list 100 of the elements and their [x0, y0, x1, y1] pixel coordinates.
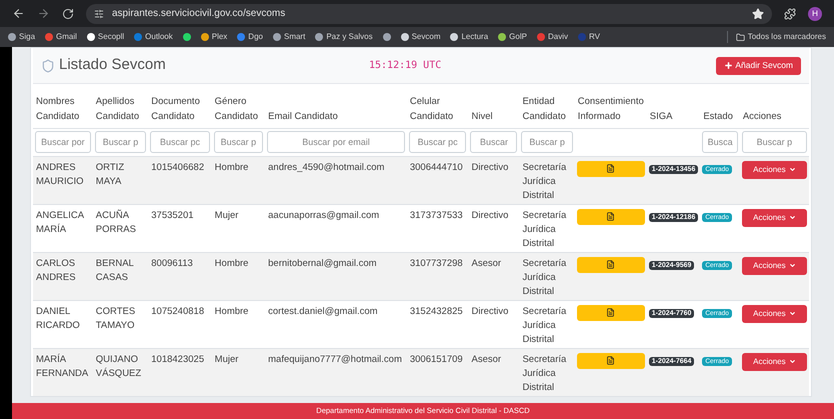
table-cell: Directivo — [471, 306, 508, 316]
table-cell: 1015406682 — [151, 162, 204, 172]
filter-field[interactable]: Buscar por — [35, 131, 91, 153]
table-cell: Secretaría Jurídica Distrital — [522, 354, 566, 392]
bookmark-item[interactable]: Gmail — [45, 31, 77, 43]
back-icon[interactable] — [12, 7, 25, 20]
table-cell: 3006151709 — [410, 354, 463, 364]
table-cell: cortest.daniel@gmail.com — [268, 306, 378, 316]
column-header: Estado — [703, 110, 733, 122]
actions-dropdown-button[interactable]: Acciones — [742, 256, 807, 274]
table-cell: MARÍA FERNANDA — [36, 354, 88, 378]
table-cell: 1075240818 — [151, 306, 204, 316]
bookmark-item[interactable]: Plex — [200, 31, 228, 43]
bookmark-item[interactable]: Paz y Salvos — [315, 31, 373, 43]
table-cell: CORTES TAMAYO — [96, 306, 136, 330]
profile-avatar[interactable]: H — [808, 6, 822, 20]
bookmark-item[interactable]: GolP — [498, 31, 527, 43]
column-header: Apellidos Candidato — [96, 96, 140, 122]
caret-icon — [788, 262, 796, 269]
clock-text: 15:12:19 UTC — [369, 59, 442, 73]
extensions-icon[interactable] — [784, 8, 796, 20]
filter-field[interactable]: Buscar p — [214, 131, 264, 153]
bookmark-item[interactable]: Secopll — [86, 31, 124, 43]
consent-document-button[interactable] — [576, 256, 645, 272]
bookmark-item[interactable]: Siga — [8, 31, 36, 43]
actions-dropdown-button[interactable]: Acciones — [742, 160, 807, 178]
bookmark-favicon-icon[interactable] — [182, 33, 191, 41]
file-icon — [606, 164, 616, 173]
bookmark-item[interactable]: Outlook — [134, 31, 173, 43]
table-cell: 3173737533 — [410, 210, 463, 220]
table-cell: Asesor — [471, 354, 502, 364]
consent-document-button[interactable] — [576, 208, 645, 224]
actions-dropdown-button[interactable]: Acciones — [742, 208, 807, 226]
table-cell: 3107737298 — [410, 258, 463, 268]
actions-dropdown-button[interactable]: Acciones — [742, 304, 807, 322]
consent-document-button[interactable] — [576, 160, 645, 176]
column-header: SIGA — [650, 110, 672, 122]
url-text: aspirantes.serviciocivil.gov.co/sevcoms — [112, 7, 286, 21]
table-cell: bernitobernal@gmail.com — [268, 258, 377, 268]
address-bar[interactable]: aspirantes.serviciocivil.gov.co/sevcoms — [86, 4, 772, 24]
shield-icon — [41, 58, 55, 72]
filter-field[interactable]: Buscar por email — [267, 131, 405, 153]
bookmark-item[interactable]: Smart — [272, 31, 306, 43]
file-icon — [606, 212, 616, 221]
filter-field[interactable]: Buscar p — [521, 131, 573, 153]
filter-field[interactable]: Buscar pc — [150, 131, 210, 153]
bookmark-star-icon[interactable] — [752, 8, 764, 20]
table-cell: aacunaporras@gmail.com — [268, 210, 380, 220]
bookmark-item[interactable]: Lectura — [450, 31, 488, 43]
caret-icon — [788, 214, 796, 221]
bookmark-item[interactable]: Sevcom — [400, 31, 440, 43]
table-cell: 80096113 — [151, 258, 193, 268]
table-cell: CARLOS ANDRES — [36, 258, 76, 282]
site-settings-icon[interactable] — [94, 8, 104, 18]
table-cell: 3152432825 — [410, 306, 463, 316]
table-cell: Secretaría Jurídica Distrital — [522, 258, 566, 296]
column-header: Celular Candidato — [410, 96, 454, 122]
consent-document-button[interactable] — [576, 352, 645, 368]
file-icon — [606, 308, 616, 317]
table-cell: 37535201 — [151, 210, 194, 220]
all-bookmarks-item[interactable]: Todos los marcadores — [726, 31, 826, 43]
table-cell: BERNAL CASAS — [96, 258, 134, 282]
bookmark-item[interactable]: Daviv — [536, 31, 568, 43]
file-icon — [606, 356, 616, 365]
table-cell: Hombre — [214, 162, 248, 172]
filter-field[interactable]: Buscar pc — [408, 131, 466, 153]
column-header: Acciones — [742, 110, 782, 122]
bookmark-item[interactable]: RV — [578, 31, 600, 43]
table-cell: Directivo — [471, 162, 508, 172]
table-cell: QUIJANO VÁSQUEZ — [96, 354, 142, 378]
actions-dropdown-button[interactable]: Acciones — [742, 352, 807, 370]
plus-icon — [724, 61, 734, 70]
filter-field[interactable]: Buscar p — [742, 131, 807, 153]
filter-field[interactable]: Buscar p — [94, 131, 146, 153]
add-button[interactable]: Añadir Sevcom — [716, 56, 801, 74]
table-cell: Mujer — [214, 354, 238, 364]
table-cell: ACUÑA PORRAS — [96, 210, 136, 234]
table-cell: andres_4590@hotmail.com — [268, 162, 384, 172]
table-cell: DANIEL RICARDO — [36, 306, 80, 330]
table-cell: 3006444710 — [410, 162, 463, 172]
column-header: Consentimiento Informado — [578, 96, 644, 122]
consent-document-button[interactable] — [576, 304, 645, 320]
folder-icon — [736, 32, 745, 42]
column-header: Email Candidato — [268, 110, 338, 122]
page-title: Listado Sevcom — [59, 55, 167, 76]
table-cell: Secretaría Jurídica Distrital — [522, 210, 566, 248]
table-cell: Hombre — [214, 258, 248, 268]
filter-field[interactable]: Buscar — [470, 131, 518, 153]
column-header: Género Candidato — [214, 96, 258, 122]
column-header: Nombres Candidato — [36, 96, 80, 122]
table-cell: Directivo — [471, 210, 508, 220]
table-cell: Secretaría Jurídica Distrital — [522, 306, 566, 344]
bookmark-favicon-icon[interactable] — [382, 33, 391, 41]
table-cell: Hombre — [214, 306, 248, 316]
bookmark-item[interactable]: Dgo — [237, 31, 263, 43]
reload-icon[interactable] — [62, 8, 74, 20]
column-header: Documento Candidato — [151, 96, 200, 122]
table-cell: Mujer — [214, 210, 238, 220]
table-cell: ANGELICA MARÍA — [36, 210, 84, 234]
filter-field[interactable]: Busca — [702, 131, 738, 153]
